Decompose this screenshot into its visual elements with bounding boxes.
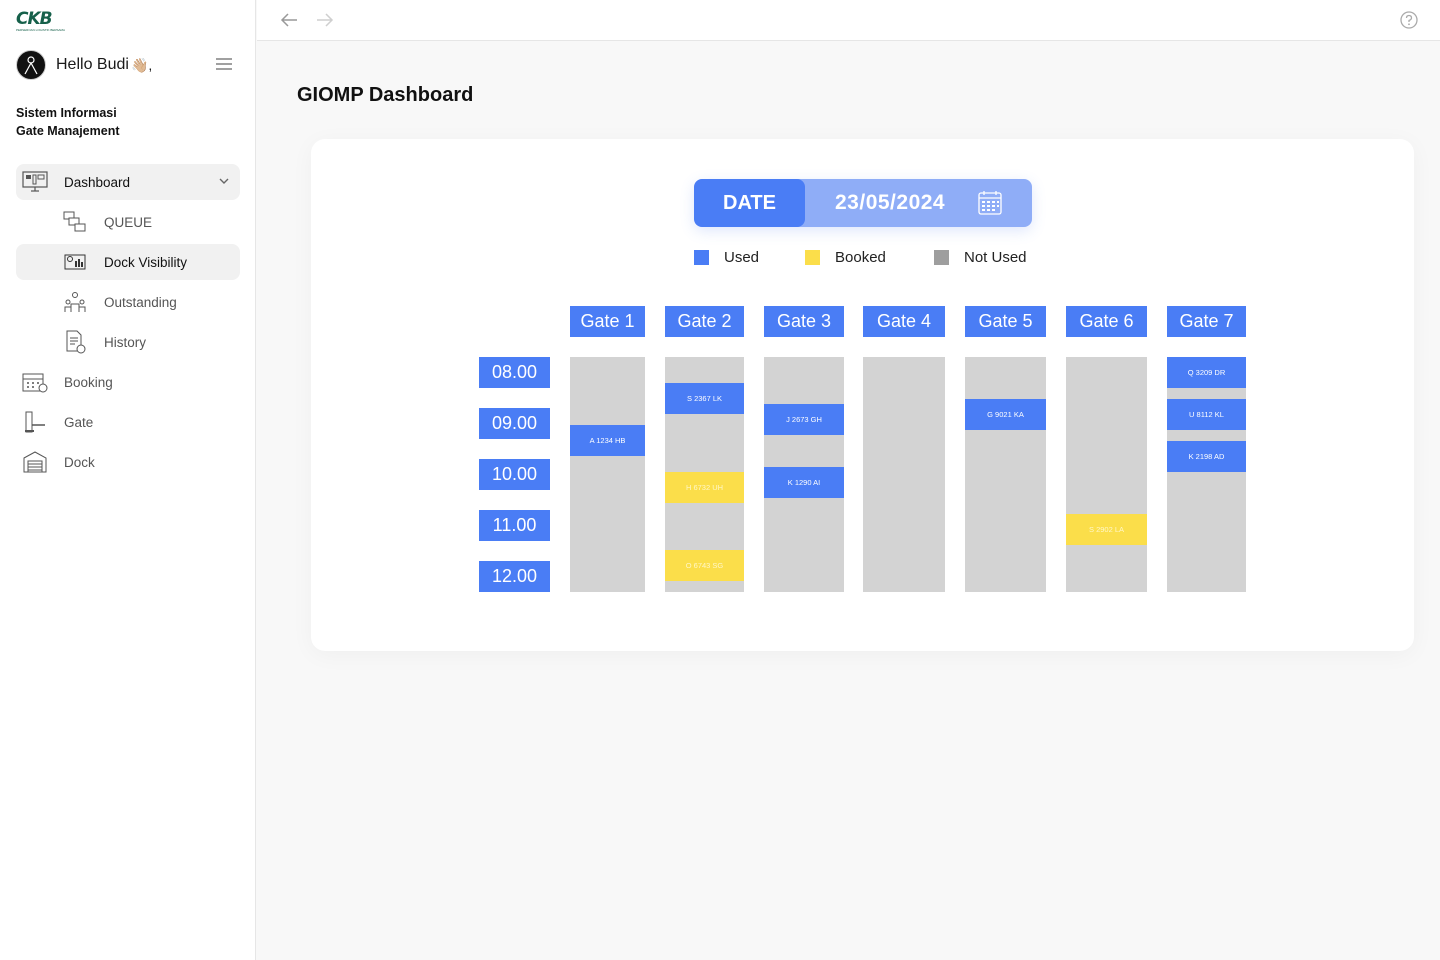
app-title: Sistem Informasi Gate Manajement bbox=[16, 104, 120, 140]
gate-column[interactable]: S 2367 LK H 6732 UH O 6743 SG bbox=[665, 357, 744, 592]
app-title-line2: Gate Manajement bbox=[16, 124, 120, 138]
dock-warehouse-icon bbox=[22, 449, 48, 475]
booking-slot[interactable]: Q 3209 DR bbox=[1167, 357, 1246, 388]
date-value[interactable]: 23/05/2024 bbox=[835, 179, 945, 227]
logo-subtitle: PERSEROAN LOGISTIK BERSAMA bbox=[16, 28, 66, 32]
back-arrow-icon[interactable] bbox=[279, 11, 299, 29]
booking-slot[interactable]: J 2673 GH bbox=[764, 404, 844, 435]
outstanding-icon bbox=[62, 289, 88, 315]
gate-column[interactable]: J 2673 GH K 1290 AI bbox=[764, 357, 844, 592]
sidebar: CKB PERSEROAN LOGISTIK BERSAMA Hello Bud… bbox=[0, 0, 256, 960]
sidebar-item-gate[interactable]: Gate bbox=[16, 404, 240, 440]
avatar[interactable] bbox=[16, 50, 46, 80]
sidebar-item-label: QUEUE bbox=[104, 214, 153, 230]
time-label: 08.00 bbox=[479, 357, 550, 388]
booking-slot[interactable]: G 9021 KA bbox=[965, 398, 1046, 430]
gate-header[interactable]: Gate 4 bbox=[863, 306, 945, 337]
forward-arrow-icon[interactable] bbox=[315, 11, 335, 29]
gate-header[interactable]: Gate 2 bbox=[665, 306, 744, 337]
page-title: GIOMP Dashboard bbox=[297, 84, 474, 106]
top-bar bbox=[257, 0, 1440, 41]
legend-swatch-used bbox=[694, 250, 709, 265]
gate-header[interactable]: Gate 5 bbox=[965, 306, 1046, 337]
date-label: DATE bbox=[694, 179, 805, 227]
sidebar-item-dock[interactable]: Dock bbox=[16, 444, 240, 480]
sidebar-item-dashboard[interactable]: Dashboard bbox=[16, 164, 240, 200]
user-greeting-row: Hello Budi 👋🏼, bbox=[16, 48, 240, 82]
hamburger-menu-icon[interactable] bbox=[216, 57, 232, 71]
gate-column[interactable] bbox=[863, 357, 945, 592]
booking-slot[interactable]: K 2198 AD bbox=[1167, 440, 1246, 472]
sidebar-item-history[interactable]: History bbox=[16, 324, 240, 360]
chevron-down-icon[interactable] bbox=[218, 175, 230, 187]
sidebar-item-outstanding[interactable]: Outstanding bbox=[16, 284, 240, 320]
booking-slot[interactable]: S 2902 LA bbox=[1066, 513, 1147, 545]
gate-header[interactable]: Gate 3 bbox=[764, 306, 844, 337]
dock-visibility-icon bbox=[62, 249, 88, 275]
legend-booked: Booked bbox=[805, 249, 886, 266]
legend-used: Used bbox=[694, 249, 759, 266]
queue-icon bbox=[62, 209, 88, 235]
sidebar-item-label: Outstanding bbox=[104, 294, 177, 310]
legend-label: Not Used bbox=[964, 249, 1027, 266]
logo-text: CKB bbox=[16, 9, 53, 29]
date-picker[interactable]: DATE 23/05/2024 bbox=[694, 179, 1032, 227]
sidebar-item-label: Dock Visibility bbox=[104, 254, 188, 270]
gate-column[interactable]: G 9021 KA bbox=[965, 357, 1046, 592]
gate-icon bbox=[22, 409, 48, 435]
booking-slot[interactable]: H 6732 UH bbox=[665, 471, 744, 503]
legend-swatch-not-used bbox=[934, 250, 949, 265]
gate-header[interactable]: Gate 1 bbox=[570, 306, 645, 337]
time-label: 12.00 bbox=[479, 561, 550, 592]
dashboard-monitor-icon bbox=[22, 169, 48, 195]
gate-header[interactable]: Gate 6 bbox=[1066, 306, 1147, 337]
sidebar-item-booking[interactable]: Booking bbox=[16, 364, 240, 400]
time-label: 11.00 bbox=[479, 510, 550, 541]
legend-label: Booked bbox=[835, 249, 886, 266]
company-logo[interactable]: CKB PERSEROAN LOGISTIK BERSAMA bbox=[16, 10, 68, 32]
gate-column[interactable]: Q 3209 DR U 8112 KL K 2198 AD bbox=[1167, 357, 1246, 592]
time-label: 10.00 bbox=[479, 459, 550, 490]
sidebar-item-dock-visibility[interactable]: Dock Visibility bbox=[16, 244, 240, 280]
gate-column[interactable]: S 2902 LA bbox=[1066, 357, 1147, 592]
avatar-figure-icon bbox=[24, 56, 38, 75]
booking-slot[interactable]: A 1234 HB bbox=[570, 424, 645, 456]
time-label: 09.00 bbox=[479, 408, 550, 439]
sidebar-item-label: History bbox=[104, 334, 147, 350]
booking-slot[interactable]: K 1290 AI bbox=[764, 466, 844, 498]
sidebar-item-label: Booking bbox=[64, 374, 113, 390]
sidebar-item-label: Gate bbox=[64, 414, 94, 430]
sidebar-item-label: Dock bbox=[64, 454, 95, 470]
greeting-text: Hello Budi bbox=[56, 56, 129, 73]
booking-slot[interactable]: O 6743 SG bbox=[665, 550, 744, 582]
booking-slot[interactable]: U 8112 KL bbox=[1167, 398, 1246, 430]
history-document-icon bbox=[62, 329, 88, 355]
gate-column[interactable]: A 1234 HB bbox=[570, 357, 645, 592]
booking-slot[interactable]: S 2367 LK bbox=[665, 383, 744, 415]
booking-calendar-icon bbox=[22, 369, 48, 395]
sidebar-item-label: Dashboard bbox=[64, 174, 131, 190]
sidebar-item-queue[interactable]: QUEUE bbox=[16, 204, 240, 240]
legend-label: Used bbox=[724, 249, 760, 266]
wave-emoji: 👋🏼, bbox=[130, 56, 153, 73]
app-title-line1: Sistem Informasi bbox=[16, 106, 117, 120]
calendar-icon[interactable] bbox=[978, 190, 1002, 215]
help-icon[interactable] bbox=[1400, 11, 1418, 29]
legend-not-used: Not Used bbox=[934, 249, 1027, 266]
legend-swatch-booked bbox=[805, 250, 820, 265]
gate-header[interactable]: Gate 7 bbox=[1167, 306, 1246, 337]
